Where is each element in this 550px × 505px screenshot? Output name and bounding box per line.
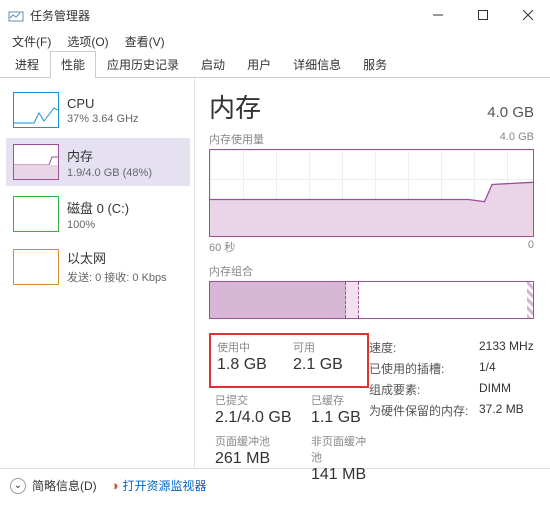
sidebar-sub: 发送: 0 接收: 0 Kbps <box>67 269 167 285</box>
menu-bar: 文件(F) 选项(O) 查看(V) <box>0 30 550 52</box>
stat-label: 页面缓冲池 <box>215 433 297 449</box>
stat-in-use: 1.8 GB <box>217 356 279 374</box>
sidebar-sub: 1.9/4.0 GB (48%) <box>67 167 152 179</box>
stat-cached: 1.1 GB <box>311 409 373 427</box>
tab-services[interactable]: 服务 <box>352 51 398 78</box>
sidebar-item-ethernet[interactable]: 以太网发送: 0 接收: 0 Kbps <box>6 242 190 291</box>
info-form: DIMM <box>479 381 511 398</box>
stat-committed: 2.1/4.0 GB <box>215 409 297 427</box>
info-key: 已使用的插槽: <box>369 360 479 377</box>
menu-options[interactable]: 选项(O) <box>59 31 116 52</box>
app-icon <box>8 7 24 23</box>
sidebar-label: 磁盘 0 (C:) <box>67 198 129 217</box>
memory-usage-chart[interactable] <box>209 149 534 237</box>
window-title: 任务管理器 <box>30 7 415 24</box>
stat-label: 已提交 <box>215 392 297 408</box>
highlight-box: 使用中1.8 GB 可用2.1 GB <box>209 333 369 388</box>
fewer-details-button[interactable]: 简略信息(D) <box>32 477 97 494</box>
tab-users[interactable]: 用户 <box>236 51 282 78</box>
stat-label: 可用 <box>293 339 355 355</box>
axis-right: 0 <box>528 239 534 255</box>
tab-app-history[interactable]: 应用历史记录 <box>96 51 190 78</box>
info-speed: 2133 MHz <box>479 339 534 356</box>
main-panel: 内存 4.0 GB 内存使用量 4.0 GB 60 秒 0 内存组合 使用中1.8 … <box>195 78 550 468</box>
stat-label: 使用中 <box>217 339 279 355</box>
sidebar-label: 内存 <box>67 146 152 165</box>
memory-total: 4.0 GB <box>487 104 534 121</box>
resmon-icon: ◑ <box>111 478 119 493</box>
stat-available: 2.1 GB <box>293 356 355 374</box>
memory-composition-chart[interactable] <box>209 281 534 319</box>
usage-max: 4.0 GB <box>500 131 534 147</box>
usage-label: 内存使用量 <box>209 131 264 147</box>
tab-processes[interactable]: 进程 <box>4 51 50 78</box>
sidebar-sub: 37% 3.64 GHz <box>67 113 139 125</box>
axis-left: 60 秒 <box>209 239 235 255</box>
sidebar-sub: 100% <box>67 219 129 231</box>
title-bar: 任务管理器 <box>0 0 550 30</box>
tab-performance[interactable]: 性能 <box>50 51 96 78</box>
info-hw-reserved: 37.2 MB <box>479 402 524 419</box>
sidebar-item-disk[interactable]: 磁盘 0 (C:) 100% <box>6 190 190 238</box>
close-button[interactable] <box>505 0 550 30</box>
open-resmon-link[interactable]: ◑ 打开资源监视器 <box>111 477 207 494</box>
stat-nonpaged: 141 MB <box>311 466 373 484</box>
chevron-down-icon[interactable]: ⌄ <box>10 478 26 494</box>
sidebar-label: CPU <box>67 96 139 111</box>
minimize-button[interactable] <box>415 0 460 30</box>
stat-label: 非页面缓冲池 <box>311 433 373 465</box>
info-slots: 1/4 <box>479 360 496 377</box>
performance-sidebar: CPU 37% 3.64 GHz 内存 1.9/4.0 GB (48%) 磁盘 0 … <box>0 78 195 468</box>
sidebar-label: 以太网 <box>67 248 167 267</box>
stat-label: 已缓存 <box>311 392 373 408</box>
maximize-button[interactable] <box>460 0 505 30</box>
content-area: CPU 37% 3.64 GHz 内存 1.9/4.0 GB (48%) 磁盘 0 … <box>0 78 550 468</box>
stat-paged: 261 MB <box>215 450 297 468</box>
sidebar-item-cpu[interactable]: CPU 37% 3.64 GHz <box>6 86 190 134</box>
sidebar-item-memory[interactable]: 内存 1.9/4.0 GB (48%) <box>6 138 190 186</box>
page-title: 内存 <box>209 88 261 125</box>
tab-bar: 进程 性能 应用历史记录 启动 用户 详细信息 服务 <box>0 52 550 78</box>
resmon-label: 打开资源监视器 <box>123 477 207 494</box>
info-key: 速度: <box>369 339 479 356</box>
tab-startup[interactable]: 启动 <box>190 51 236 78</box>
menu-file[interactable]: 文件(F) <box>4 31 59 52</box>
info-key: 为硬件保留的内存: <box>369 402 479 419</box>
composition-label: 内存组合 <box>209 263 534 279</box>
tab-details[interactable]: 详细信息 <box>282 51 352 78</box>
menu-view[interactable]: 查看(V) <box>117 31 173 52</box>
info-key: 组成要素: <box>369 381 479 398</box>
